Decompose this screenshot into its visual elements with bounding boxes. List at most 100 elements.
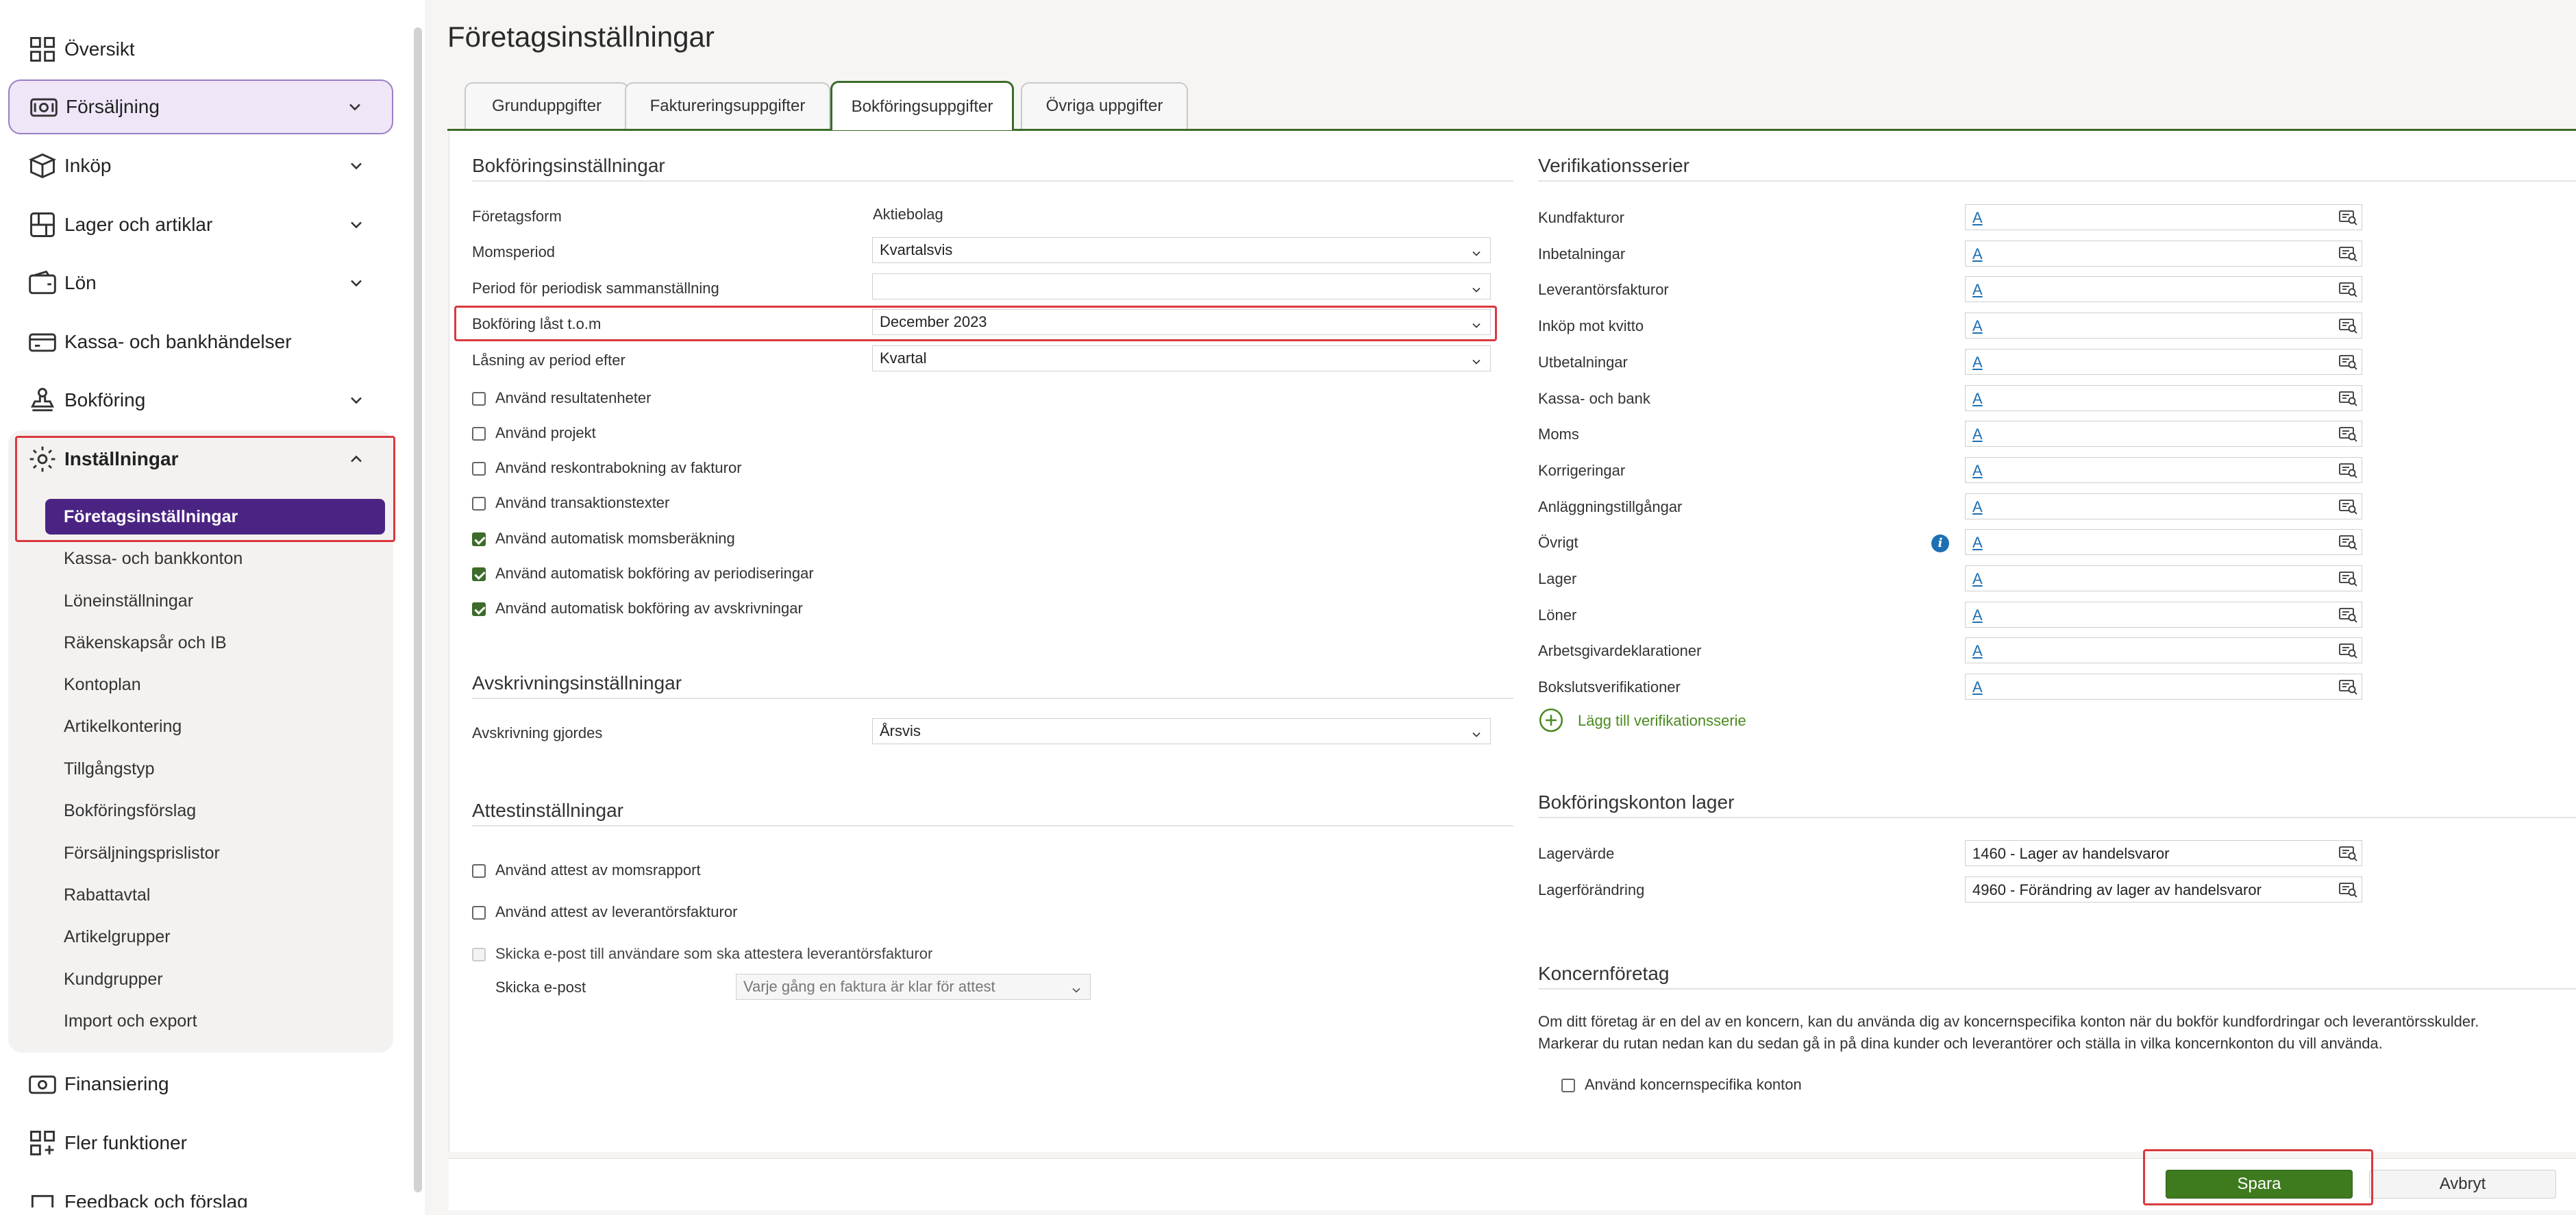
sub-item-bokforingsforslag[interactable]: Bokföringsförslag bbox=[64, 797, 196, 824]
checkbox-resultatenheter[interactable] bbox=[472, 392, 486, 406]
sub-item-kassa-bankkonton[interactable]: Kassa- och bankkonton bbox=[64, 545, 243, 572]
serie-input[interactable]: A bbox=[1965, 421, 2362, 447]
serie-value[interactable]: A bbox=[1972, 462, 1983, 480]
serie-input[interactable]: A bbox=[1965, 493, 2362, 519]
serie-input[interactable]: A bbox=[1965, 637, 2362, 663]
lagerforandring-input[interactable]: 4960 - Förändring av lager av handelsvar… bbox=[1965, 876, 2362, 903]
serie-value[interactable]: A bbox=[1972, 354, 1983, 371]
lookup-icon[interactable] bbox=[2338, 606, 2359, 624]
chevron-down-icon bbox=[347, 273, 366, 293]
nav-item-kassa-bank[interactable]: Kassa- och bankhändelser bbox=[8, 315, 393, 369]
checkbox-transaktionstexter[interactable] bbox=[472, 497, 486, 511]
save-button[interactable]: Spara bbox=[2166, 1170, 2353, 1199]
tab-bokforingsuppgifter[interactable]: Bokföringsuppgifter bbox=[830, 81, 1014, 130]
sub-item-rabattavtal[interactable]: Rabattavtal bbox=[64, 881, 150, 909]
momsperiod-select[interactable]: Kvartalsvis bbox=[872, 237, 1491, 263]
tab-ovriga-uppgifter[interactable]: Övriga uppgifter bbox=[1021, 82, 1188, 129]
sub-item-artikelgrupper[interactable]: Artikelgrupper bbox=[64, 923, 171, 950]
lookup-icon[interactable] bbox=[2338, 281, 2359, 299]
lookup-icon[interactable] bbox=[2338, 245, 2359, 263]
lookup-icon[interactable] bbox=[2338, 426, 2359, 443]
sub-item-import-export[interactable]: Import och export bbox=[64, 1007, 197, 1035]
tab-faktureringsuppgifter[interactable]: Faktureringsuppgifter bbox=[625, 82, 830, 129]
serie-value[interactable]: A bbox=[1972, 281, 1983, 299]
sub-item-forsaljningsprislistor[interactable]: Försäljningsprislistor bbox=[64, 839, 220, 867]
serie-value[interactable]: A bbox=[1972, 642, 1983, 660]
add-circle-icon[interactable] bbox=[1538, 707, 1564, 733]
info-icon[interactable]: i bbox=[1931, 535, 1949, 552]
nav-item-fler-funktioner[interactable]: Fler funktioner bbox=[8, 1116, 393, 1170]
cancel-button[interactable]: Avbryt bbox=[2369, 1170, 2556, 1199]
checkbox-koncernkonton[interactable] bbox=[1561, 1079, 1575, 1092]
label-avskrivning: Avskrivning gjordes bbox=[472, 724, 603, 741]
serie-input[interactable]: A bbox=[1965, 312, 2362, 339]
lookup-icon[interactable] bbox=[2338, 390, 2359, 408]
nav-item-forsaljning[interactable]: Försäljning bbox=[8, 79, 393, 134]
serie-input[interactable]: A bbox=[1965, 565, 2362, 591]
sub-item-loneinstallningar[interactable]: Löneinställningar bbox=[64, 587, 193, 615]
serie-value[interactable]: A bbox=[1972, 498, 1983, 516]
serie-value[interactable]: A bbox=[1972, 317, 1983, 335]
lookup-icon[interactable] bbox=[2338, 881, 2359, 899]
serie-input[interactable]: A bbox=[1965, 276, 2362, 302]
nav-item-feedback[interactable]: Feedback och förslag bbox=[8, 1173, 393, 1207]
lookup-icon[interactable] bbox=[2338, 642, 2359, 660]
serie-input[interactable]: A bbox=[1965, 602, 2362, 628]
lagervarde-input[interactable]: 1460 - Lager av handelsvaror bbox=[1965, 840, 2362, 866]
checkbox-skicka-epost[interactable] bbox=[472, 948, 486, 961]
select-value: Kvartalsvis bbox=[880, 241, 953, 258]
lookup-icon[interactable] bbox=[2338, 209, 2359, 227]
serie-value[interactable]: A bbox=[1972, 606, 1983, 624]
serie-value[interactable]: A bbox=[1972, 209, 1983, 227]
bokforing-last-select[interactable]: December 2023 bbox=[872, 309, 1491, 335]
lookup-icon[interactable] bbox=[2338, 317, 2359, 335]
nav-item-lon[interactable]: Lön bbox=[8, 256, 393, 310]
checkbox-periodiseringar[interactable] bbox=[472, 567, 486, 581]
serie-value[interactable]: A bbox=[1972, 390, 1983, 408]
lookup-icon[interactable] bbox=[2338, 845, 2359, 863]
serie-input[interactable]: A bbox=[1965, 674, 2362, 700]
add-serie-link[interactable]: Lägg till verifikationsserie bbox=[1578, 712, 1746, 730]
lookup-icon[interactable] bbox=[2338, 462, 2359, 480]
sub-item-artikelkontering[interactable]: Artikelkontering bbox=[64, 713, 182, 740]
sub-item-kontoplan[interactable]: Kontoplan bbox=[64, 671, 141, 698]
nav-item-oversikt[interactable]: Översikt bbox=[8, 22, 393, 77]
nav-item-bokforing[interactable]: Bokföring bbox=[8, 373, 393, 428]
serie-value[interactable]: A bbox=[1972, 245, 1983, 263]
lookup-icon[interactable] bbox=[2338, 354, 2359, 371]
lookup-icon[interactable] bbox=[2338, 678, 2359, 696]
checkbox-attest-leverantorsfakturor[interactable] bbox=[472, 906, 486, 920]
lookup-icon[interactable] bbox=[2338, 498, 2359, 516]
checkbox-projekt[interactable] bbox=[472, 427, 486, 441]
period-sammanstallning-select[interactable] bbox=[872, 273, 1491, 299]
tab-grunduppgifter[interactable]: Grunduppgifter bbox=[465, 82, 629, 129]
avskrivning-select[interactable]: Årsvis bbox=[872, 718, 1491, 744]
serie-value[interactable]: A bbox=[1972, 570, 1983, 588]
sub-item-tillgangstyp[interactable]: Tillgångstyp bbox=[64, 755, 154, 783]
lookup-icon[interactable] bbox=[2338, 570, 2359, 588]
serie-value[interactable]: A bbox=[1972, 534, 1983, 552]
lasning-select[interactable]: Kvartal bbox=[872, 345, 1491, 371]
checkbox-momsberakning[interactable] bbox=[472, 532, 486, 546]
checkbox-attest-momsrapport[interactable] bbox=[472, 864, 486, 878]
nav-item-lager[interactable]: Lager och artiklar bbox=[8, 197, 393, 252]
sub-item-rakenskapsar[interactable]: Räkenskapsår och IB bbox=[64, 629, 227, 656]
serie-input[interactable]: A bbox=[1965, 241, 2362, 267]
serie-input[interactable]: A bbox=[1965, 349, 2362, 375]
serie-input[interactable]: A bbox=[1965, 457, 2362, 483]
serie-value[interactable]: A bbox=[1972, 426, 1983, 443]
serie-input[interactable]: A bbox=[1965, 385, 2362, 411]
serie-input[interactable]: A bbox=[1965, 529, 2362, 555]
lookup-icon[interactable] bbox=[2338, 534, 2359, 552]
nav-item-inkop[interactable]: Inköp bbox=[8, 138, 393, 193]
sub-item-kundgrupper[interactable]: Kundgrupper bbox=[64, 966, 163, 993]
sidebar-scrollbar[interactable] bbox=[414, 27, 422, 1192]
serie-input[interactable]: A bbox=[1965, 204, 2362, 230]
chevron-down-icon bbox=[1470, 280, 1483, 293]
checkbox-avskrivningar[interactable] bbox=[472, 602, 486, 616]
nav-item-finansiering[interactable]: Finansiering bbox=[8, 1057, 393, 1112]
chevron-down-icon bbox=[1470, 724, 1483, 738]
serie-value[interactable]: A bbox=[1972, 678, 1983, 696]
checkbox-reskontrabokning[interactable] bbox=[472, 462, 486, 476]
skicka-epost-select[interactable]: Varje gång en faktura är klar för attest bbox=[736, 974, 1091, 1000]
